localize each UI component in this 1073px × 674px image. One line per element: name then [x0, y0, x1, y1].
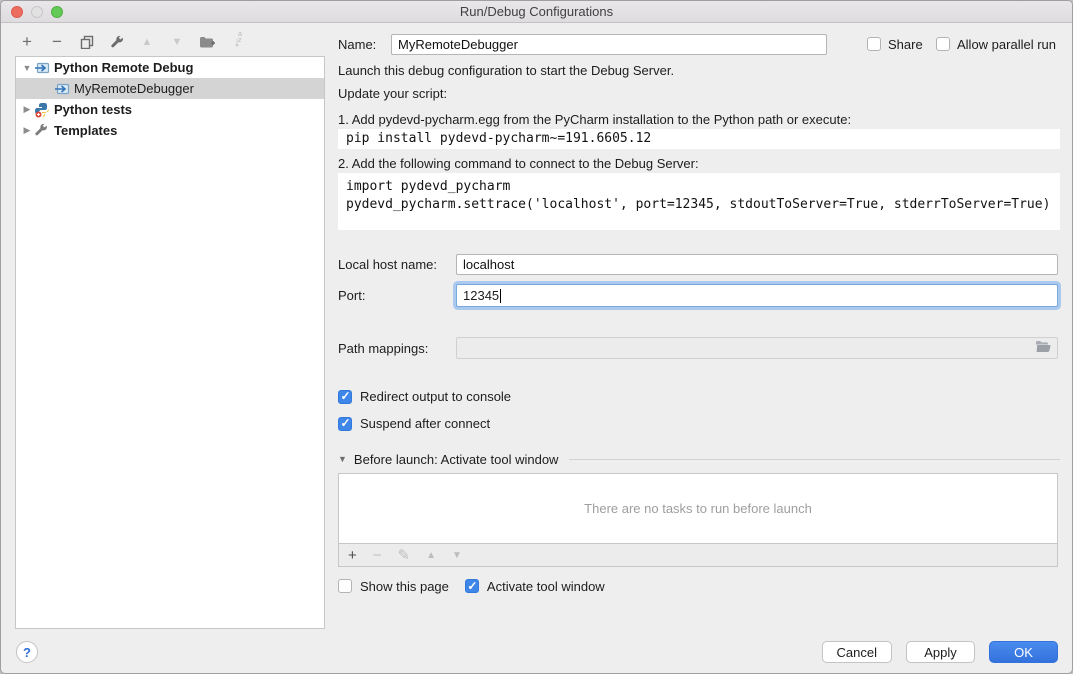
local-host-name-label: Local host name: [338, 257, 437, 272]
tree-item-python-tests[interactable]: ▶ Python tests [16, 99, 324, 120]
name-label: Name: [338, 37, 376, 52]
activate-tool-window-label: Activate tool window [487, 579, 605, 594]
tree-item-python-remote-debug[interactable]: ▼ Python Remote Debug [16, 57, 324, 78]
wrench-icon [34, 123, 50, 139]
before-launch-task-list[interactable]: There are no tasks to run before launch [338, 473, 1058, 544]
move-down-icon[interactable]: ▼ [169, 34, 185, 50]
local-host-name-input[interactable]: localhost [456, 254, 1058, 275]
allow-parallel-run-label: Allow parallel run [957, 37, 1056, 52]
path-mappings-input[interactable] [456, 337, 1058, 359]
allow-parallel-run-checkbox[interactable] [936, 37, 950, 51]
browse-folder-icon[interactable] [1035, 340, 1051, 356]
configuration-form: Name: MyRemoteDebugger Share Allow paral… [338, 23, 1060, 629]
show-this-page-checkbox[interactable] [338, 579, 352, 593]
add-configuration-icon[interactable]: + [19, 34, 35, 50]
edit-task-icon[interactable]: ✎ [398, 546, 411, 564]
tree-item-templates[interactable]: ▶ Templates [16, 120, 324, 141]
show-this-page-label: Show this page [360, 579, 449, 594]
remove-configuration-icon[interactable]: − [49, 34, 65, 50]
apply-button[interactable]: Apply [906, 641, 975, 663]
before-launch-title: Before launch: Activate tool window [354, 452, 559, 467]
tree-item-label: Python tests [54, 102, 132, 117]
tree-item-myremotedebugger[interactable]: MyRemoteDebugger [16, 78, 324, 99]
new-folder-icon[interactable] [199, 34, 215, 50]
redirect-output-checkbox[interactable] [338, 390, 352, 404]
task-list-toolbar: + − ✎ ▲ ▼ [338, 544, 1058, 567]
pip-install-command: pip install pydevd-pycharm~=191.6605.12 [338, 129, 1060, 149]
window-title: Run/Debug Configurations [1, 4, 1072, 19]
suspend-after-connect-label: Suspend after connect [360, 416, 490, 431]
title-bar: Run/Debug Configurations [1, 1, 1072, 23]
run-debug-configurations-dialog: Run/Debug Configurations + − ▲ ▼ ↓ az ▼ … [0, 0, 1073, 674]
move-task-up-icon[interactable]: ▲ [426, 550, 436, 561]
expand-toggle-icon[interactable]: ▼ [22, 63, 32, 73]
tree-item-label: MyRemoteDebugger [74, 81, 194, 96]
python-icon [34, 102, 50, 118]
tree-item-label: Templates [54, 123, 117, 138]
settrace-code-block: import pydevd_pycharmpydevd_pycharm.sett… [338, 173, 1060, 230]
port-input[interactable]: 12345 [456, 284, 1058, 307]
port-label: Port: [338, 288, 365, 303]
copy-configuration-icon[interactable] [79, 34, 95, 50]
collapse-section-icon[interactable]: ▼ [338, 454, 347, 464]
configurations-tree: ▼ Python Remote Debug MyRemoteDebugger ▶… [15, 56, 325, 629]
collapse-toggle-icon[interactable]: ▶ [22, 125, 32, 136]
instruction-line-1: Launch this debug configuration to start… [338, 63, 674, 78]
share-checkbox[interactable] [867, 37, 881, 51]
instruction-line-2: Update your script: [338, 86, 447, 101]
cancel-button[interactable]: Cancel [822, 641, 892, 663]
section-divider [569, 459, 1060, 460]
tree-item-label: Python Remote Debug [54, 60, 193, 75]
move-up-icon[interactable]: ▲ [139, 34, 155, 50]
collapse-toggle-icon[interactable]: ▶ [22, 104, 32, 115]
instruction-step-1: 1. Add pydevd-pycharm.egg from the PyCha… [338, 112, 851, 127]
remote-debug-icon [54, 81, 70, 97]
path-mappings-label: Path mappings: [338, 341, 428, 356]
text-cursor [500, 289, 501, 303]
ok-button[interactable]: OK [989, 641, 1058, 663]
suspend-after-connect-checkbox[interactable] [338, 417, 352, 431]
share-label: Share [888, 37, 923, 52]
move-task-down-icon[interactable]: ▼ [452, 550, 462, 561]
add-task-icon[interactable]: + [348, 547, 357, 564]
sort-configurations-icon[interactable]: ↓ az [229, 34, 245, 50]
before-launch-section-header[interactable]: ▼ Before launch: Activate tool window [338, 452, 1060, 466]
remote-debug-icon [34, 60, 50, 76]
redirect-output-label: Redirect output to console [360, 389, 511, 404]
activate-tool-window-checkbox[interactable] [465, 579, 479, 593]
help-button[interactable]: ? [16, 641, 38, 663]
empty-task-list-text: There are no tasks to run before launch [584, 501, 812, 516]
dialog-buttons: Cancel Apply OK [822, 641, 1058, 663]
remove-task-icon[interactable]: − [373, 547, 382, 564]
name-input[interactable]: MyRemoteDebugger [391, 34, 827, 55]
instruction-step-2: 2. Add the following command to connect … [338, 156, 699, 171]
edit-templates-wrench-icon[interactable] [109, 34, 125, 50]
configurations-toolbar: + − ▲ ▼ ↓ az [19, 32, 245, 52]
